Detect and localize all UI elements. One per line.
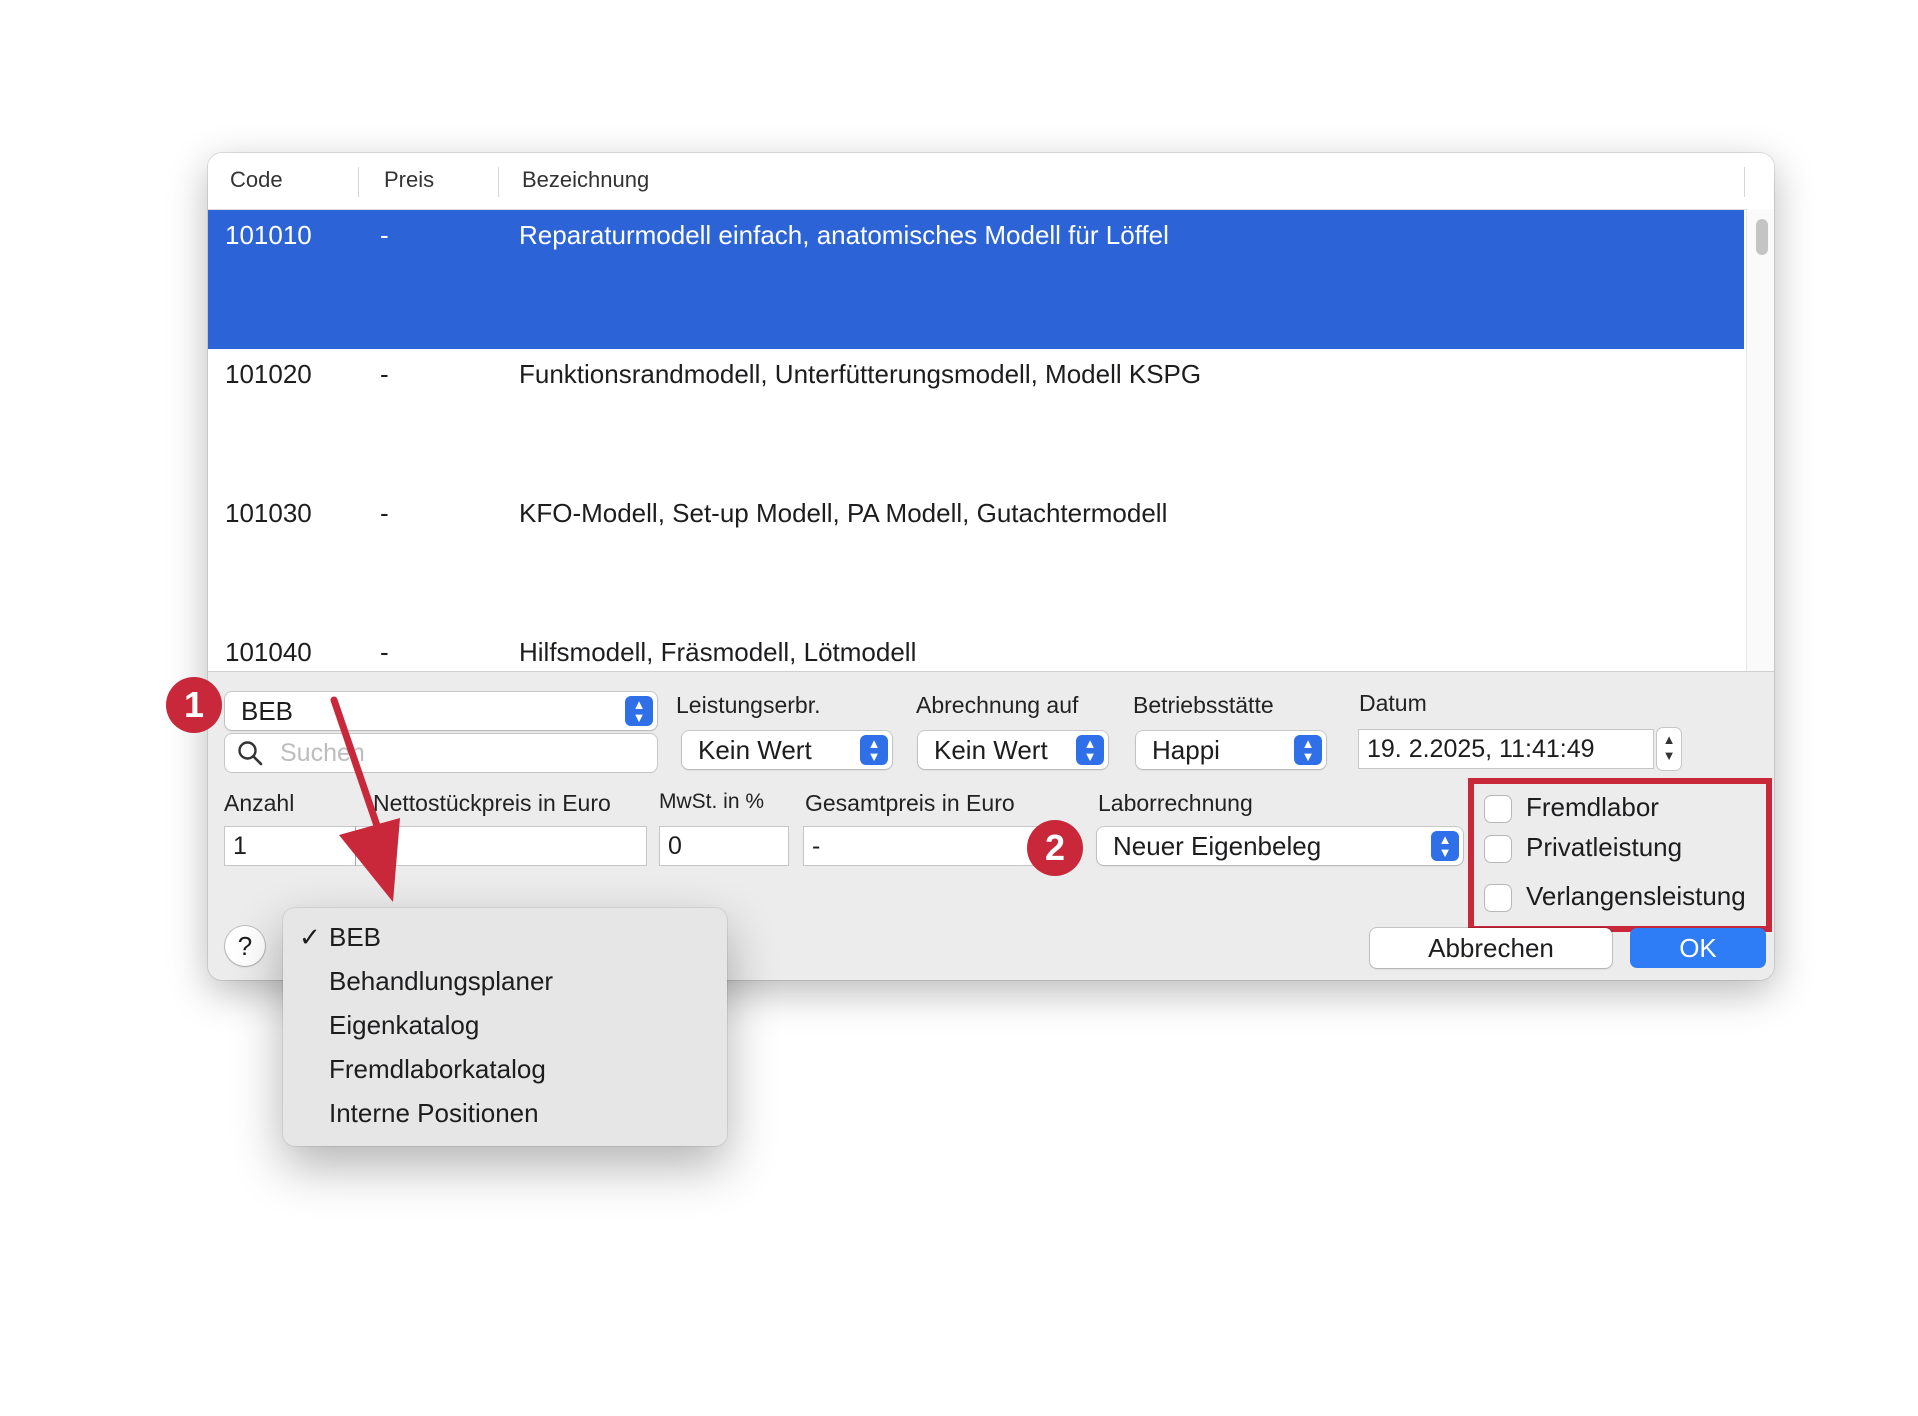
annotation-badge-1: 1 bbox=[166, 677, 222, 733]
laborrechnung-select[interactable]: Neuer Eigenbeleg ▲ ▼ bbox=[1097, 827, 1463, 865]
privatleistung-label: Privatleistung bbox=[1526, 832, 1683, 862]
row-description: KFO-Modell, Set-up Modell, PA Modell, Gu… bbox=[519, 498, 1168, 528]
checkmark-icon: ✓ bbox=[299, 922, 321, 952]
laborrechnung-label: Laborrechnung bbox=[1098, 790, 1253, 816]
menu-item-interne-positionen[interactable]: Interne Positionen bbox=[329, 1098, 539, 1129]
fremdlabor-checkbox[interactable] bbox=[1485, 796, 1511, 822]
updown-chevron-icon: ▲ ▼ bbox=[625, 696, 653, 726]
table-row[interactable]: 101030 - KFO-Modell, Set-up Modell, PA M… bbox=[208, 488, 1744, 627]
menu-item-fremdlaborkatalog[interactable]: Fremdlaborkatalog bbox=[329, 1054, 546, 1085]
updown-chevron-icon: ▲ ▼ bbox=[1431, 831, 1459, 861]
table-row[interactable]: 101040 - Hilfsmodell, Fräsmodell, Lötmod… bbox=[208, 627, 1744, 671]
verlangensleistung-checkbox[interactable] bbox=[1485, 885, 1511, 911]
row-price: - bbox=[380, 498, 389, 528]
menu-item-behandlungsplaner[interactable]: Behandlungsplaner bbox=[329, 966, 553, 997]
column-separator bbox=[358, 167, 359, 197]
betriebsstaette-value: Happi bbox=[1152, 735, 1220, 765]
table-row[interactable]: 101020 - Funktionsrandmodell, Unterfütte… bbox=[208, 349, 1744, 488]
datum-field[interactable]: 19. 2.2025, 11:41:49 bbox=[1359, 730, 1653, 768]
row-price: - bbox=[380, 220, 389, 250]
netto-label: Nettostückpreis in Euro bbox=[373, 790, 611, 816]
updown-chevron-icon: ▲ ▼ bbox=[860, 735, 888, 765]
leistungserbr-label: Leistungserbr. bbox=[676, 692, 821, 718]
datum-label: Datum bbox=[1359, 690, 1427, 716]
gesamt-label: Gesamtpreis in Euro bbox=[805, 790, 1015, 816]
column-separator bbox=[498, 167, 499, 197]
ok-button[interactable]: OK bbox=[1630, 928, 1766, 968]
row-code: 101040 bbox=[225, 637, 312, 667]
catalog-table: Code Preis Bezeichnung 101010 - Reparatu… bbox=[208, 153, 1774, 671]
column-header-price[interactable]: Preis bbox=[384, 167, 434, 193]
betriebsstaette-select[interactable]: Happi ▲ ▼ bbox=[1136, 731, 1326, 769]
leistungserbr-value: Kein Wert bbox=[698, 735, 812, 765]
row-price: - bbox=[380, 637, 389, 667]
row-description: Hilfsmodell, Fräsmodell, Lötmodell bbox=[519, 637, 917, 667]
help-button[interactable]: ? bbox=[225, 926, 265, 966]
table-header: Code Preis Bezeichnung bbox=[208, 153, 1774, 210]
menu-item-eigenkatalog[interactable]: Eigenkatalog bbox=[329, 1010, 479, 1041]
column-header-code[interactable]: Code bbox=[230, 167, 283, 193]
netto-field[interactable] bbox=[356, 827, 646, 865]
abrechnung-select[interactable]: Kein Wert ▲ ▼ bbox=[918, 731, 1108, 769]
catalog-select[interactable]: BEB ▲ ▼ bbox=[225, 692, 657, 730]
catalog-dropdown-menu: ✓ BEB Behandlungsplaner Eigenkatalog Fre… bbox=[283, 908, 727, 1146]
catalog-dialog: Code Preis Bezeichnung 101010 - Reparatu… bbox=[208, 153, 1774, 980]
mwst-label: MwSt. in % bbox=[659, 790, 765, 813]
menu-item-beb[interactable]: BEB bbox=[329, 922, 381, 953]
row-description: Funktionsrandmodell, Unterfütterungsmode… bbox=[519, 359, 1202, 389]
gesamt-field[interactable]: - bbox=[804, 827, 1044, 865]
leistungserbr-select[interactable]: Kein Wert ▲ ▼ bbox=[682, 731, 892, 769]
date-stepper[interactable]: ▲ ▼ bbox=[1657, 728, 1681, 770]
row-code: 101010 bbox=[225, 220, 312, 250]
column-separator bbox=[1744, 167, 1745, 197]
mwst-field[interactable]: 0 bbox=[660, 827, 788, 865]
table-row[interactable]: 101010 - Reparaturmodell einfach, anatom… bbox=[208, 210, 1744, 349]
annotation-badge-2: 2 bbox=[1027, 820, 1083, 876]
privatleistung-checkbox[interactable] bbox=[1485, 836, 1511, 862]
row-price: - bbox=[380, 359, 389, 389]
abrechnung-value: Kein Wert bbox=[934, 735, 1048, 765]
anzahl-field[interactable]: 1 bbox=[225, 827, 355, 865]
row-description: Reparaturmodell einfach, anatomisches Mo… bbox=[519, 220, 1169, 250]
cancel-button[interactable]: Abbrechen bbox=[1370, 928, 1612, 968]
laborrechnung-value: Neuer Eigenbeleg bbox=[1113, 831, 1322, 861]
search-input[interactable]: Suchen bbox=[225, 734, 657, 772]
search-placeholder: Suchen bbox=[280, 739, 365, 767]
betriebsstaette-label: Betriebsstätte bbox=[1133, 692, 1274, 718]
abrechnung-label: Abrechnung auf bbox=[916, 692, 1079, 718]
fremdlabor-label: Fremdlabor bbox=[1526, 792, 1659, 822]
scrollbar-thumb[interactable] bbox=[1756, 219, 1768, 255]
search-icon bbox=[238, 741, 263, 766]
anzahl-label: Anzahl bbox=[224, 790, 295, 816]
row-code: 101030 bbox=[225, 498, 312, 528]
verlangensleistung-label: Verlangensleistung bbox=[1526, 881, 1746, 911]
column-header-description[interactable]: Bezeichnung bbox=[522, 167, 649, 193]
row-code: 101020 bbox=[225, 359, 312, 389]
updown-chevron-icon: ▲ ▼ bbox=[1076, 735, 1104, 765]
table-scrollbar[interactable] bbox=[1746, 209, 1774, 671]
catalog-select-value: BEB bbox=[241, 696, 294, 726]
updown-chevron-icon: ▲ ▼ bbox=[1294, 735, 1322, 765]
